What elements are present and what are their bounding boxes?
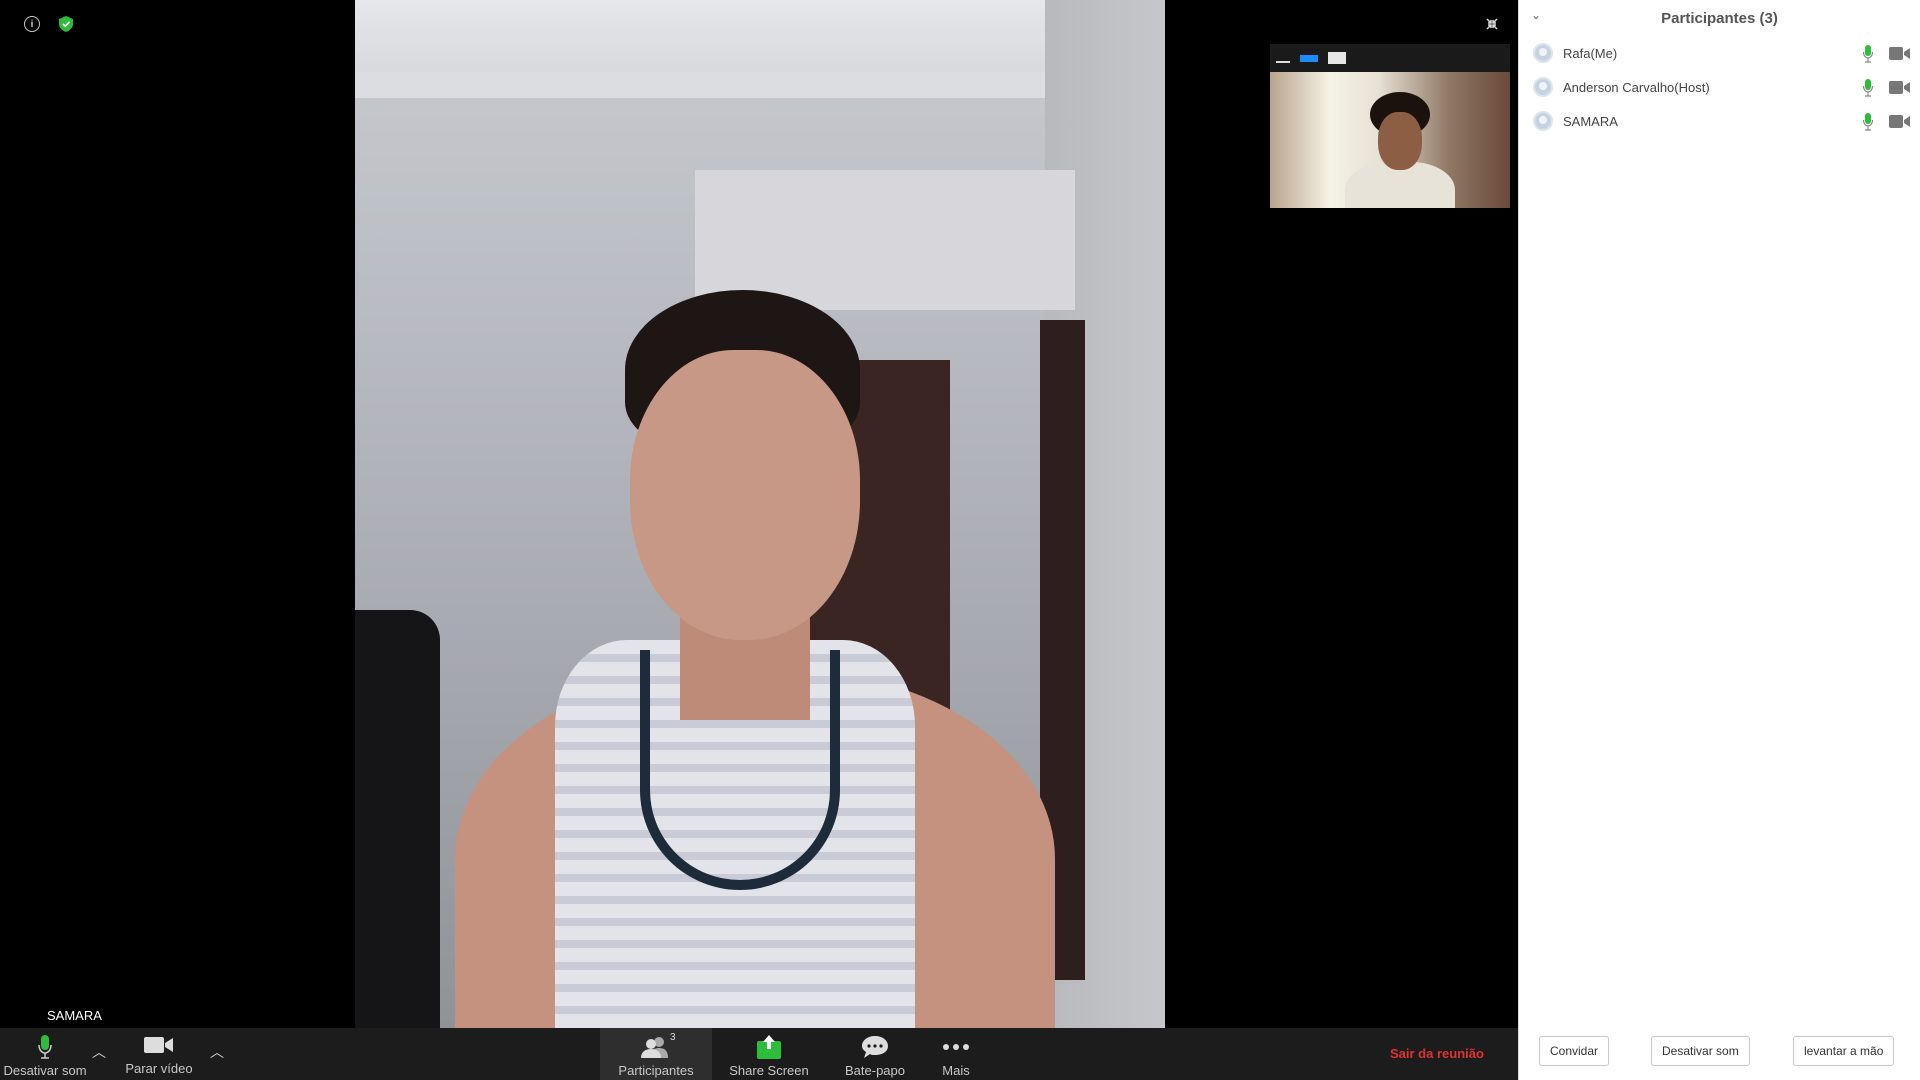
avatar <box>1533 111 1553 131</box>
meeting-toolbar: Desativar som ︿ Parar vídeo ︿ Participan… <box>0 1028 1518 1080</box>
video-beam <box>695 170 1075 310</box>
video-chair <box>355 610 440 1028</box>
share-screen-label: Share Screen <box>729 1063 809 1078</box>
invite-button[interactable]: Convidar <box>1539 1036 1610 1066</box>
minimize-thumbnail-button[interactable] <box>1276 61 1290 63</box>
participants-count-badge: 3 <box>670 1032 676 1043</box>
thumbnail-person <box>1340 92 1460 208</box>
share-screen-button[interactable]: Share Screen <box>723 1028 815 1080</box>
video-ceiling-edge <box>355 72 1165 98</box>
participant-name: Rafa(Me) <box>1563 45 1618 61</box>
participants-icon <box>641 1033 671 1061</box>
chat-icon <box>861 1033 889 1061</box>
leave-meeting-button[interactable]: Sair da reunião <box>1390 1046 1484 1061</box>
thumbnail-view-button[interactable] <box>1300 54 1318 62</box>
microphone-icon[interactable] <box>1862 79 1874 102</box>
avatar <box>1533 77 1553 97</box>
stop-video-button[interactable]: Parar vídeo <box>120 1028 198 1080</box>
participant-name: SAMARA <box>1563 113 1618 129</box>
self-view-thumbnail[interactable] <box>1270 44 1510 208</box>
raise-hand-button[interactable]: levantar a mão <box>1793 1036 1895 1066</box>
camera-icon[interactable] <box>1889 81 1911 99</box>
participant-row[interactable]: SAMARA <box>1519 104 1920 138</box>
thumb-face <box>1378 112 1422 170</box>
panel-title: Participantes (3) <box>1661 10 1778 27</box>
expand-thumbnail-button[interactable] <box>1328 52 1346 64</box>
participant-row[interactable]: Anderson Carvalho(Host) <box>1519 70 1920 104</box>
panel-header: ⌄ Participantes (3) <box>1519 0 1920 36</box>
microphone-icon[interactable] <box>1862 113 1874 136</box>
participant-row[interactable]: Rafa(Me) <box>1519 36 1920 70</box>
main-video <box>355 0 1165 1028</box>
participant-name: Anderson Carvalho(Host) <box>1563 79 1710 95</box>
participants-panel: ⌄ Participantes (3) Rafa(Me) Anderson Ca… <box>1518 0 1920 1080</box>
camera-icon[interactable] <box>1889 47 1911 65</box>
microphone-icon <box>38 1033 52 1061</box>
thumbnail-video <box>1270 72 1510 208</box>
audio-options-chevron-icon[interactable]: ︿ <box>92 1042 106 1062</box>
participants-label: Participantes <box>618 1063 694 1078</box>
mute-label: Desativar som <box>3 1063 87 1078</box>
more-label: Mais <box>942 1063 970 1078</box>
video-options-chevron-icon[interactable]: ︿ <box>210 1042 224 1062</box>
mute-all-button[interactable]: Desativar som <box>1651 1036 1750 1066</box>
exit-fullscreen-icon[interactable] <box>1484 16 1500 32</box>
participants-button[interactable]: Participantes <box>600 1028 712 1080</box>
person-face <box>630 350 860 640</box>
video-person <box>435 290 1055 1028</box>
mute-button[interactable]: Desativar som <box>0 1028 90 1080</box>
microphone-icon[interactable] <box>1862 45 1874 68</box>
avatar <box>1533 43 1553 63</box>
video-label: Parar vídeo <box>125 1061 193 1076</box>
active-speaker-name: SAMARA <box>47 1008 102 1023</box>
info-icon[interactable]: i <box>24 16 40 32</box>
panel-footer: Convidar Desativar som levantar a mão <box>1519 1024 1920 1080</box>
more-icon <box>942 1033 970 1061</box>
meeting-area: SAMARA i Desativar som ︿ Parar vídeo ︿ P… <box>0 0 1518 1080</box>
chat-label: Bate-papo <box>845 1063 905 1078</box>
thumbnail-controls <box>1270 44 1510 72</box>
shield-icon[interactable] <box>58 16 74 32</box>
more-button[interactable]: Mais <box>925 1028 987 1080</box>
camera-icon <box>144 1031 174 1059</box>
camera-icon[interactable] <box>1889 115 1911 133</box>
share-screen-icon <box>756 1033 782 1061</box>
chat-button[interactable]: Bate-papo <box>835 1028 915 1080</box>
